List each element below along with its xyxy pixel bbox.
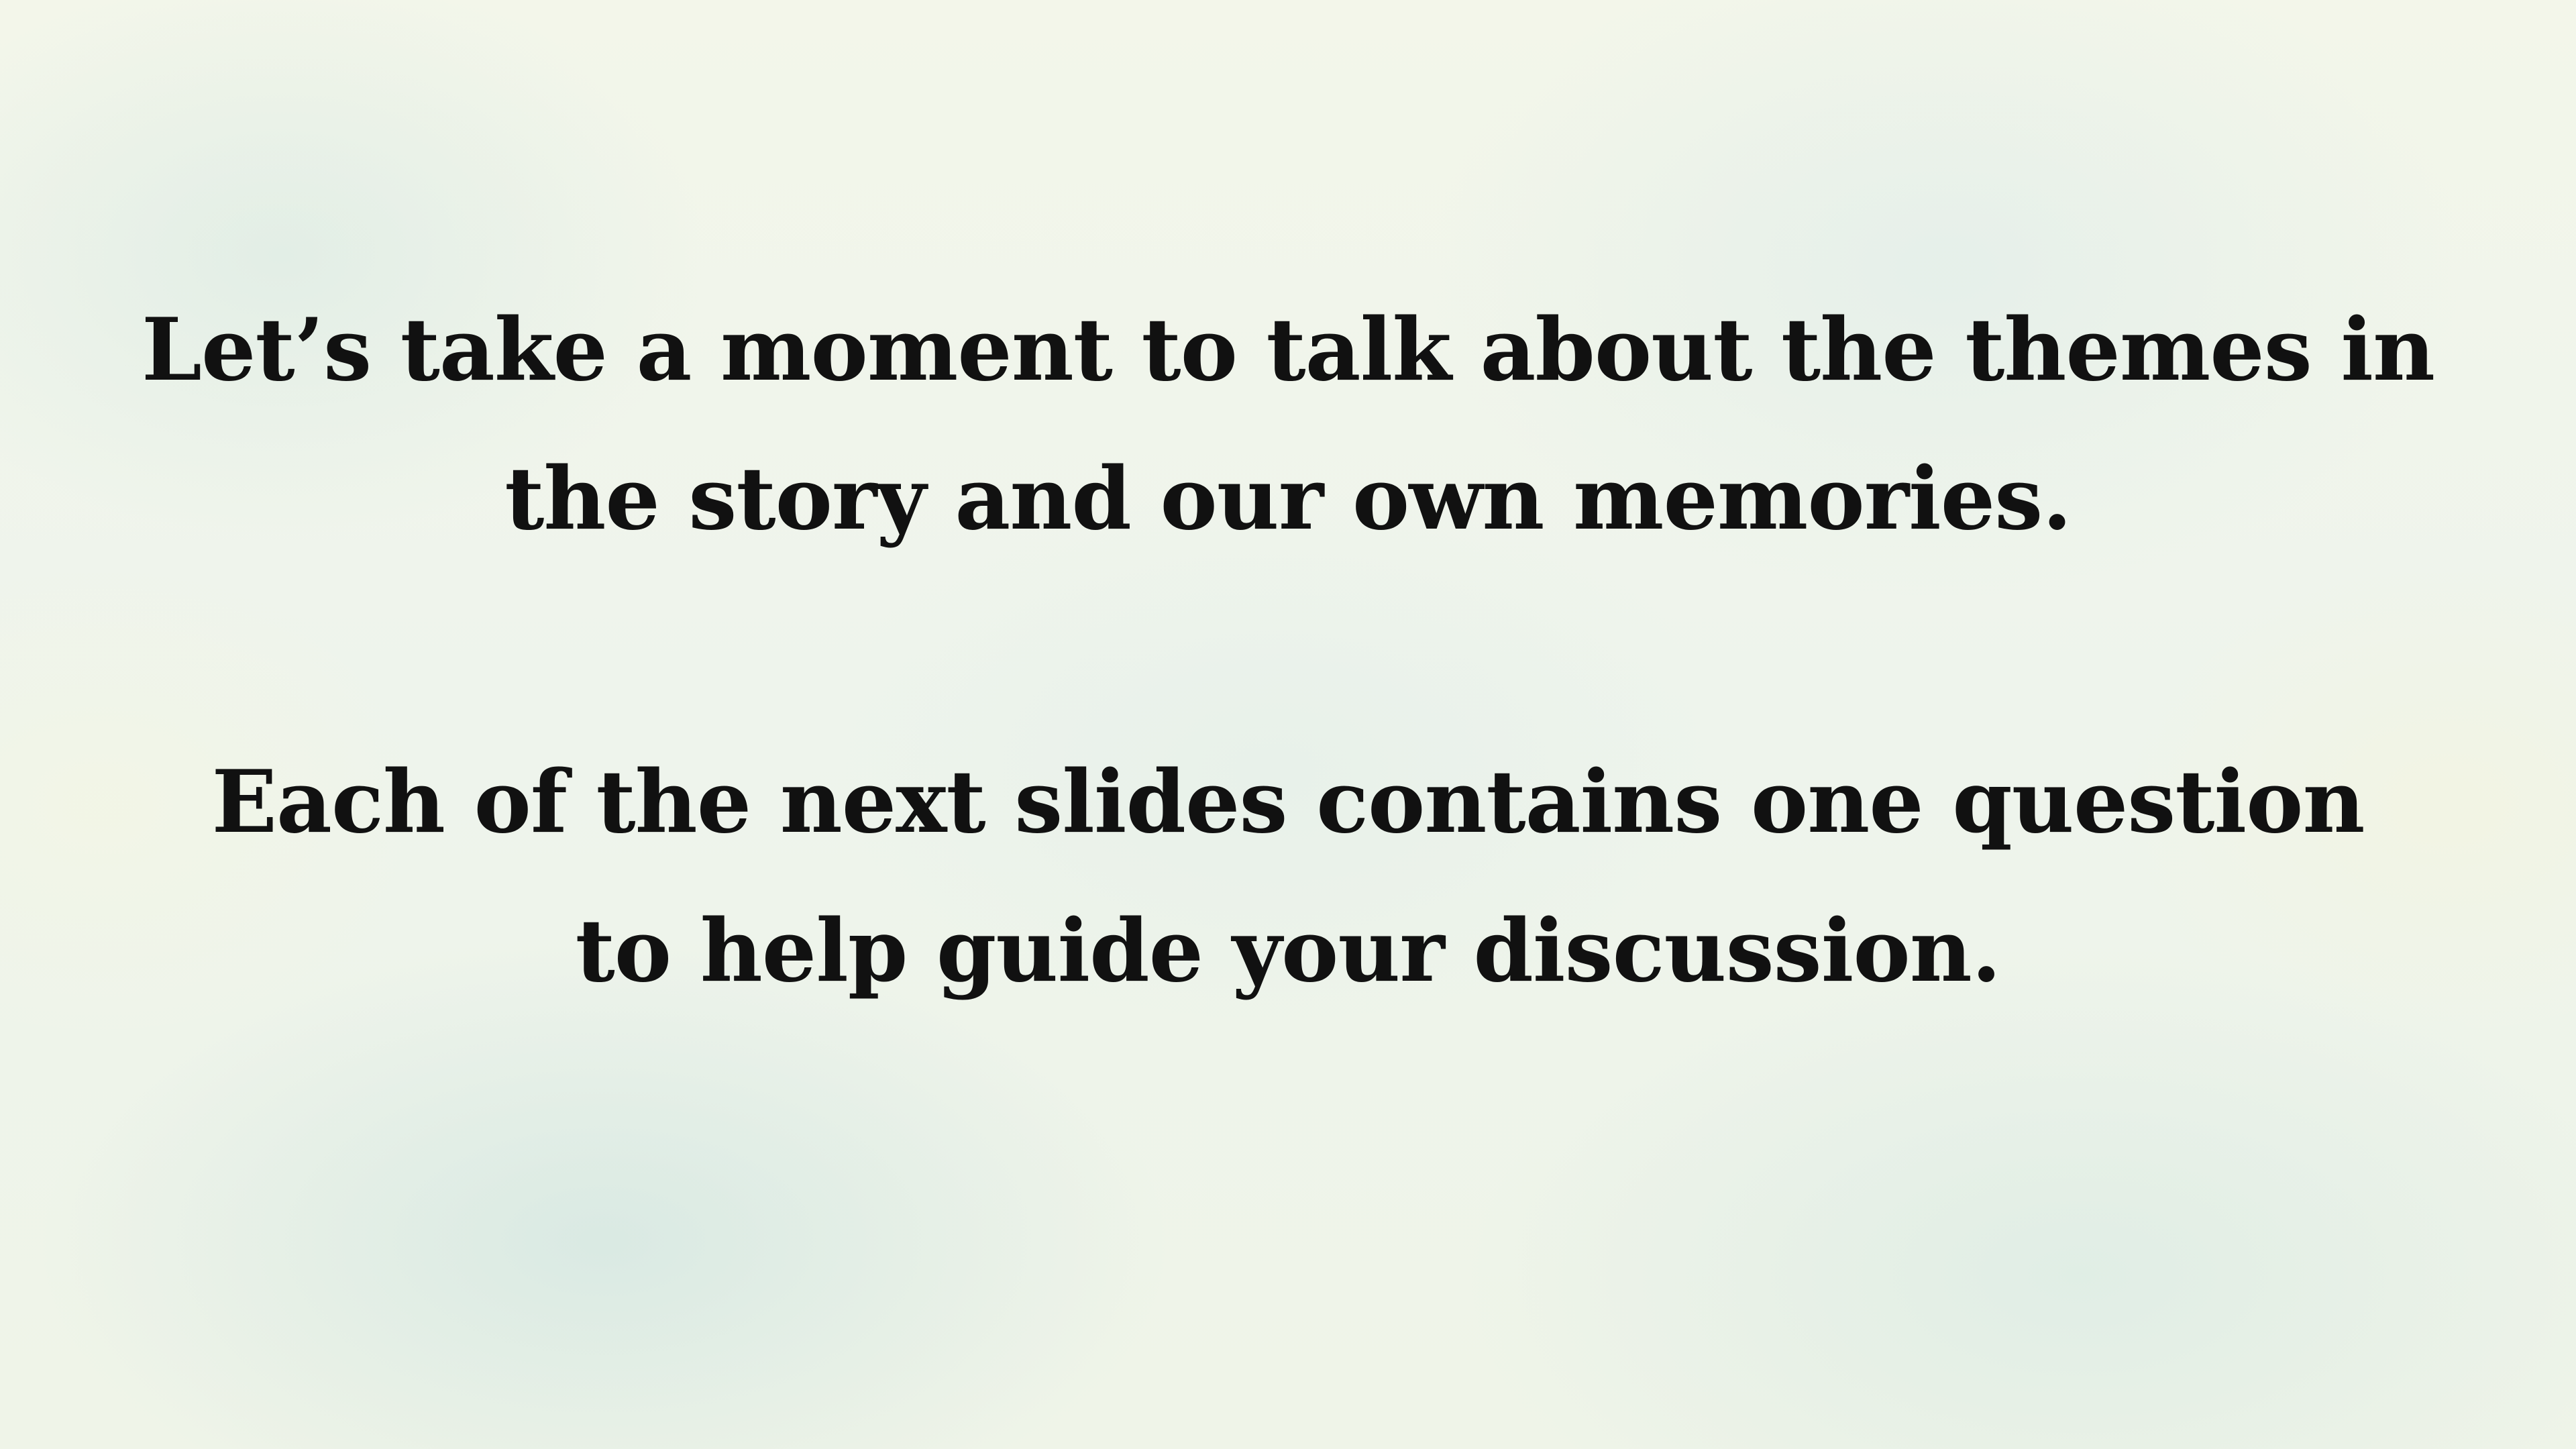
intro-line-2: the story and our own memories. <box>504 449 2072 549</box>
intro-line-1: Let’s take a moment to talk about the th… <box>142 300 2435 400</box>
instruction-line-1: Each of the next slides contains one que… <box>211 752 2365 853</box>
intro-paragraph: Let’s take a moment to talk about the th… <box>0 276 2576 574</box>
slide: Let’s take a moment to talk about the th… <box>0 0 2576 1449</box>
instruction-paragraph: Each of the next slides contains one que… <box>0 728 2576 1026</box>
instruction-line-2: to help guide your discussion. <box>575 901 2002 1002</box>
